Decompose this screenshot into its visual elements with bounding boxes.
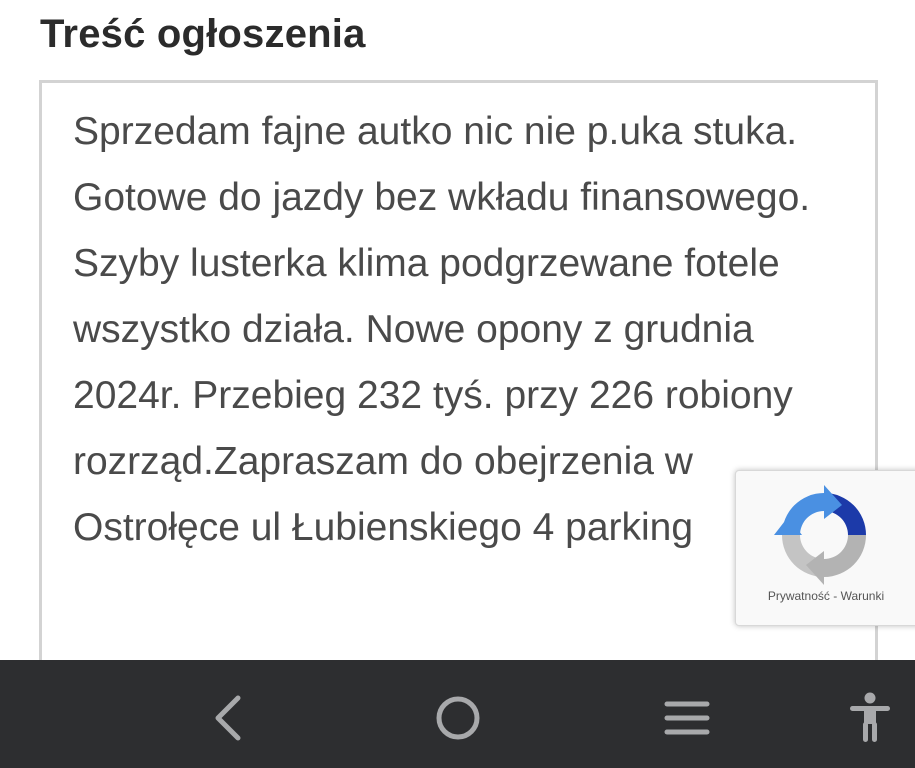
terms-link[interactable]: Warunki <box>841 589 885 603</box>
privacy-link[interactable]: Prywatność <box>768 589 830 603</box>
system-navigation-bar <box>0 660 915 768</box>
section-title: Treść ogłoszenia <box>40 12 366 56</box>
recaptcha-links: Prywatność - Warunki <box>736 589 915 603</box>
accessibility-person-icon <box>850 692 890 742</box>
home-button[interactable] <box>430 690 486 746</box>
links-separator: - <box>833 589 838 603</box>
recaptcha-logo-icon <box>774 485 866 585</box>
back-button[interactable] <box>200 690 256 746</box>
recents-menu-icon <box>664 701 710 735</box>
home-circle-icon <box>436 696 480 740</box>
recents-button[interactable] <box>659 690 715 746</box>
back-chevron-icon <box>215 695 241 741</box>
recaptcha-badge[interactable]: Prywatność - Warunki <box>735 470 915 626</box>
accessibility-button[interactable] <box>842 690 898 746</box>
